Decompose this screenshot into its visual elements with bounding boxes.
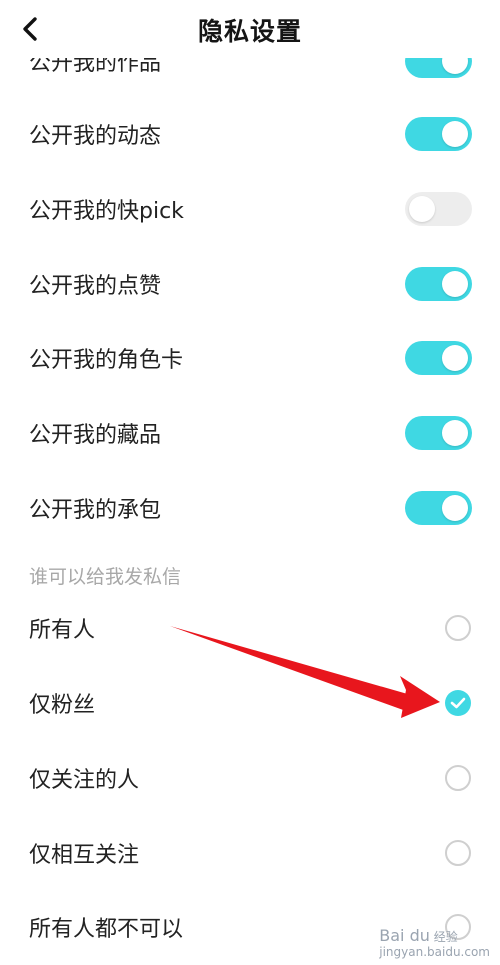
toggle-knob	[442, 345, 468, 371]
radio-button[interactable]	[445, 615, 471, 641]
toggle-label: 公开我的藏品	[29, 423, 162, 448]
radio-row-following-only[interactable]: 仅关注的人	[0, 741, 500, 815]
toggle-row-collections[interactable]: 公开我的藏品	[0, 396, 500, 470]
section-title-private-message: 谁可以给我发私信	[29, 566, 182, 588]
toggle-switch[interactable]	[405, 267, 472, 301]
radio-label: 仅粉丝	[29, 693, 96, 718]
toggle-switch[interactable]	[405, 117, 472, 151]
watermark-text: 经验	[433, 930, 458, 944]
toggle-label: 公开我的快pick	[29, 199, 184, 224]
radio-label: 仅关注的人	[29, 768, 140, 793]
check-icon	[450, 697, 466, 709]
baidu-logo-icon: Bai du	[379, 926, 430, 945]
watermark: Bai du 经验 jingyan.baidu.com	[379, 926, 490, 959]
top-bar: 隐私设置	[0, 0, 500, 58]
toggle-label: 公开我的承包	[29, 498, 162, 523]
radio-label: 所有人都不可以	[29, 917, 184, 942]
radio-button[interactable]	[445, 690, 471, 716]
toggle-row-likes[interactable]: 公开我的点赞	[0, 247, 500, 321]
toggle-row-role-cards[interactable]: 公开我的角色卡	[0, 321, 500, 395]
toggle-switch[interactable]	[405, 341, 472, 375]
toggle-knob	[409, 196, 435, 222]
page-title: 隐私设置	[197, 17, 302, 46]
toggle-label: 公开我的动态	[29, 124, 162, 149]
radio-label: 仅相互关注	[29, 843, 140, 868]
toggle-knob	[442, 420, 468, 446]
watermark-url: jingyan.baidu.com	[379, 945, 490, 959]
radio-row-everyone[interactable]: 所有人	[0, 591, 500, 665]
toggle-switch[interactable]	[405, 491, 472, 525]
toggle-row-contracts[interactable]: 公开我的承包	[0, 471, 500, 545]
radio-label: 所有人	[29, 618, 96, 643]
toggle-label: 公开我的角色卡	[29, 348, 184, 373]
toggle-row-quick-pick[interactable]: 公开我的快pick	[0, 172, 500, 246]
radio-row-fans-only[interactable]: 仅粉丝	[0, 666, 500, 740]
radio-row-mutual-only[interactable]: 仅相互关注	[0, 816, 500, 890]
toggle-row-moments[interactable]: 公开我的动态	[0, 97, 500, 171]
toggle-switch[interactable]	[405, 416, 472, 450]
toggle-switch[interactable]	[405, 192, 472, 226]
toggle-knob	[442, 121, 468, 147]
radio-button[interactable]	[445, 840, 471, 866]
toggle-knob	[442, 495, 468, 521]
radio-button[interactable]	[445, 765, 471, 791]
toggle-label: 公开我的点赞	[29, 274, 162, 299]
toggle-knob	[442, 271, 468, 297]
